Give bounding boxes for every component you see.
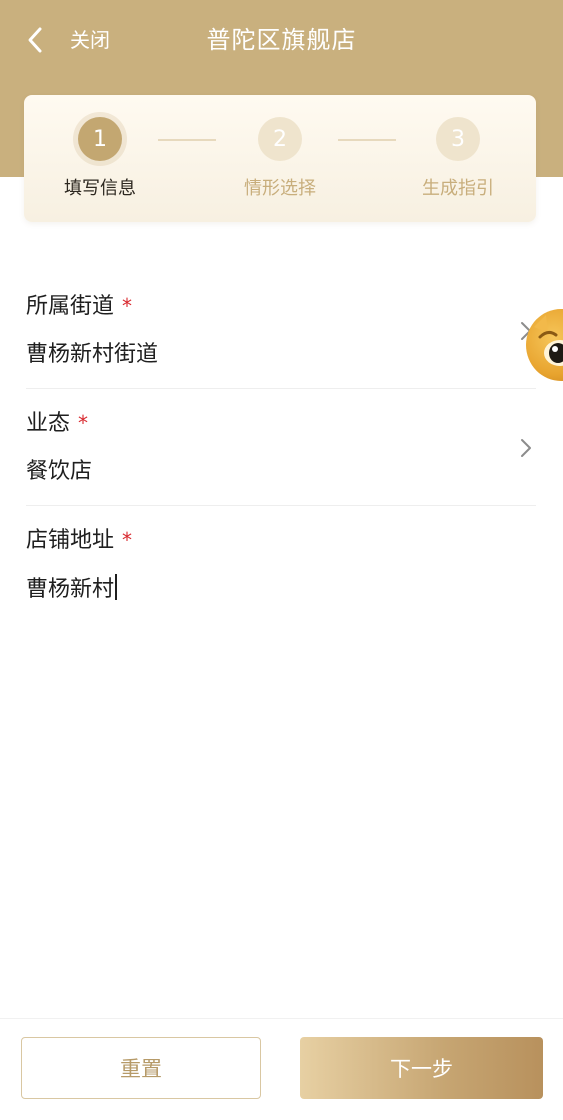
step-3: 3 生成指引 <box>398 117 518 201</box>
step-1-number: 1 <box>78 117 122 161</box>
address-row: 店铺地址 * 曹杨新村 <box>26 525 536 605</box>
step-connector <box>158 139 216 141</box>
required-mark: * <box>122 294 133 318</box>
business-type-row[interactable]: 业态 * 餐饮店 <box>26 408 536 487</box>
address-input[interactable]: 曹杨新村 <box>26 574 536 605</box>
address-label: 店铺地址 * <box>26 528 133 553</box>
reset-button[interactable]: 重置 <box>21 1037 261 1099</box>
step-2-number: 2 <box>258 117 302 161</box>
stepper: 1 填写信息 2 情形选择 3 生成指引 <box>24 95 536 222</box>
step-2: 2 情形选择 <box>220 117 340 201</box>
required-mark: * <box>78 411 89 435</box>
row-divider <box>26 505 536 506</box>
street-row[interactable]: 所属街道 * 曹杨新村街道 <box>26 291 536 370</box>
step-1: 1 填写信息 <box>40 117 160 201</box>
step-1-label: 填写信息 <box>64 178 136 199</box>
row-divider <box>26 388 536 389</box>
page-title: 普陀区旗舰店 <box>206 26 357 54</box>
step-connector <box>338 139 396 141</box>
bottom-action-bar: 重置 下一步 <box>0 1018 563 1120</box>
step-3-number: 3 <box>436 117 480 161</box>
step-3-label: 生成指引 <box>422 178 494 199</box>
business-type-value: 餐饮店 <box>26 459 93 484</box>
next-step-button[interactable]: 下一步 <box>300 1037 543 1099</box>
step-2-label: 情形选择 <box>244 178 316 199</box>
text-cursor <box>115 574 118 600</box>
page: 关闭 普陀区旗舰店 1 填写信息 2 情形选择 3 生成指引 所属街道 * 曹杨新… <box>0 0 563 1120</box>
business-type-label: 业态 * <box>26 411 89 436</box>
chevron-right-icon[interactable] <box>519 437 533 459</box>
street-label: 所属街道 * <box>26 294 133 319</box>
street-value: 曹杨新村街道 <box>26 342 159 367</box>
required-mark: * <box>122 528 133 552</box>
